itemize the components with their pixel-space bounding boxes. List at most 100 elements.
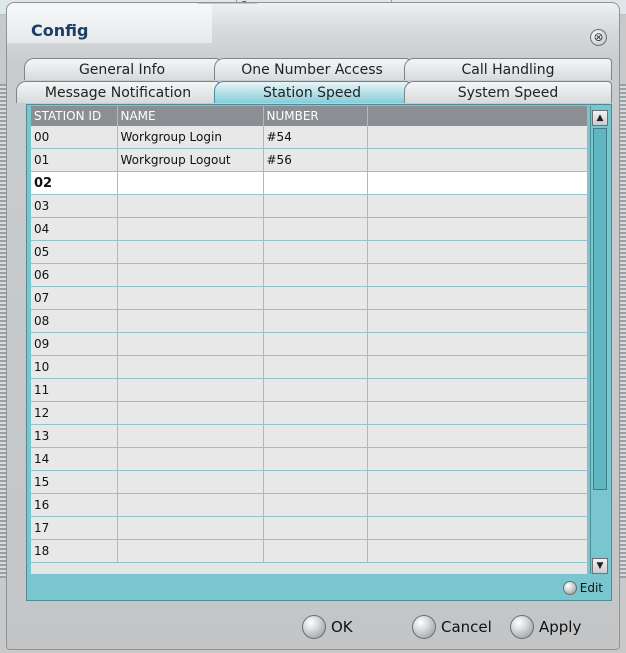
- table-row[interactable]: 02: [31, 171, 587, 195]
- cell-number[interactable]: [263, 355, 368, 379]
- cell-name[interactable]: [117, 401, 264, 425]
- cell-name[interactable]: [117, 309, 264, 333]
- cell-blank[interactable]: [367, 217, 587, 241]
- column-header-blank[interactable]: [367, 106, 587, 126]
- cell-blank[interactable]: [367, 126, 587, 149]
- table-row[interactable]: 03: [31, 194, 587, 218]
- apply-button[interactable]: Apply: [510, 615, 581, 639]
- cell-number[interactable]: [263, 332, 368, 356]
- table-row[interactable]: 01 Workgroup Logout #56: [31, 148, 587, 172]
- cell-name[interactable]: [117, 378, 264, 402]
- tab-one-number-access[interactable]: One Number Access: [214, 58, 410, 80]
- cell-blank[interactable]: [367, 516, 587, 540]
- cell-number[interactable]: #54: [263, 126, 368, 149]
- table-row[interactable]: 14: [31, 447, 587, 471]
- cell-blank[interactable]: [367, 171, 587, 195]
- table-row[interactable]: 16: [31, 493, 587, 517]
- column-header-number[interactable]: NUMBER: [263, 106, 368, 126]
- tab-general-info[interactable]: General Info: [24, 58, 220, 80]
- cell-blank[interactable]: [367, 286, 587, 310]
- cell-station-id[interactable]: 07: [31, 286, 118, 310]
- cell-blank[interactable]: [367, 355, 587, 379]
- column-header-name[interactable]: NAME: [117, 106, 264, 126]
- cell-station-id[interactable]: 16: [31, 493, 118, 517]
- cell-station-id[interactable]: 01: [31, 148, 118, 172]
- cell-blank[interactable]: [367, 378, 587, 402]
- cell-blank[interactable]: [367, 240, 587, 264]
- cell-station-id[interactable]: 02: [31, 171, 118, 195]
- cell-blank[interactable]: [367, 263, 587, 287]
- table-row[interactable]: 18: [31, 539, 587, 563]
- cell-number[interactable]: [263, 194, 368, 218]
- cell-station-id[interactable]: 09: [31, 332, 118, 356]
- table-row[interactable]: 12: [31, 401, 587, 425]
- table-row[interactable]: 09: [31, 332, 587, 356]
- table-row[interactable]: 07: [31, 286, 587, 310]
- cell-name[interactable]: [117, 516, 264, 540]
- cell-station-id[interactable]: 13: [31, 424, 118, 448]
- cell-number[interactable]: [263, 171, 368, 195]
- cell-blank[interactable]: [367, 447, 587, 471]
- cell-blank[interactable]: [367, 309, 587, 333]
- cell-station-id[interactable]: 06: [31, 263, 118, 287]
- scroll-up-button[interactable]: ▲: [592, 110, 608, 126]
- cell-station-id[interactable]: 11: [31, 378, 118, 402]
- scroll-thumb[interactable]: [593, 128, 607, 490]
- cell-station-id[interactable]: 00: [31, 126, 118, 149]
- cell-station-id[interactable]: 10: [31, 355, 118, 379]
- cell-name[interactable]: Workgroup Logout: [117, 148, 264, 172]
- right-resize-rail[interactable]: [620, 84, 626, 578]
- cell-number[interactable]: [263, 286, 368, 310]
- cell-station-id[interactable]: 03: [31, 194, 118, 218]
- column-header-station-id[interactable]: STATION ID: [31, 106, 118, 126]
- cell-blank[interactable]: [367, 470, 587, 494]
- cell-station-id[interactable]: 15: [31, 470, 118, 494]
- tab-call-handling[interactable]: Call Handling: [404, 58, 612, 80]
- cell-number[interactable]: #56: [263, 148, 368, 172]
- cell-blank[interactable]: [367, 401, 587, 425]
- cell-station-id[interactable]: 14: [31, 447, 118, 471]
- cell-station-id[interactable]: 18: [31, 539, 118, 563]
- cell-name[interactable]: Workgroup Login: [117, 126, 264, 149]
- cell-number[interactable]: [263, 493, 368, 517]
- cell-name[interactable]: [117, 355, 264, 379]
- cell-name[interactable]: [117, 171, 264, 195]
- cell-number[interactable]: [263, 539, 368, 563]
- cell-name[interactable]: [117, 217, 264, 241]
- cell-name[interactable]: [117, 332, 264, 356]
- table-row[interactable]: 06: [31, 263, 587, 287]
- table-row[interactable]: 08: [31, 309, 587, 333]
- vertical-scrollbar[interactable]: ▲ ▼: [590, 106, 609, 574]
- tab-message-notification[interactable]: Message Notification: [16, 81, 220, 103]
- close-button[interactable]: ⊗: [590, 29, 607, 46]
- scroll-down-button[interactable]: ▼: [592, 558, 608, 574]
- cell-number[interactable]: [263, 470, 368, 494]
- cell-name[interactable]: [117, 447, 264, 471]
- cell-blank[interactable]: [367, 424, 587, 448]
- cell-station-id[interactable]: 12: [31, 401, 118, 425]
- cell-name[interactable]: [117, 194, 264, 218]
- tab-system-speed[interactable]: System Speed: [404, 81, 612, 103]
- table-row[interactable]: 05: [31, 240, 587, 264]
- cell-name[interactable]: [117, 493, 264, 517]
- table-row[interactable]: 11: [31, 378, 587, 402]
- cell-blank[interactable]: [367, 539, 587, 563]
- edit-button[interactable]: Edit: [562, 581, 603, 595]
- cell-station-id[interactable]: 17: [31, 516, 118, 540]
- table-row[interactable]: 04: [31, 217, 587, 241]
- cell-number[interactable]: [263, 217, 368, 241]
- cell-number[interactable]: [263, 378, 368, 402]
- cell-station-id[interactable]: 04: [31, 217, 118, 241]
- cell-blank[interactable]: [367, 493, 587, 517]
- cell-blank[interactable]: [367, 332, 587, 356]
- cancel-button[interactable]: Cancel: [412, 615, 492, 639]
- cell-name[interactable]: [117, 470, 264, 494]
- cell-station-id[interactable]: 05: [31, 240, 118, 264]
- cell-number[interactable]: [263, 263, 368, 287]
- cell-name[interactable]: [117, 263, 264, 287]
- tab-station-speed[interactable]: Station Speed: [214, 81, 410, 103]
- cell-name[interactable]: [117, 286, 264, 310]
- table-row[interactable]: 17: [31, 516, 587, 540]
- cell-number[interactable]: [263, 309, 368, 333]
- table-row[interactable]: 00 Workgroup Login #54: [31, 126, 587, 149]
